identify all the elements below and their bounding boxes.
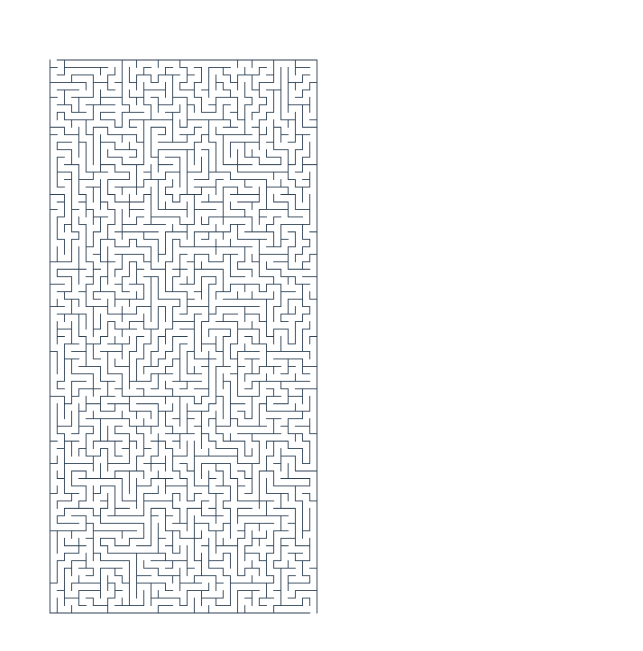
maze-board bbox=[0, 0, 643, 651]
